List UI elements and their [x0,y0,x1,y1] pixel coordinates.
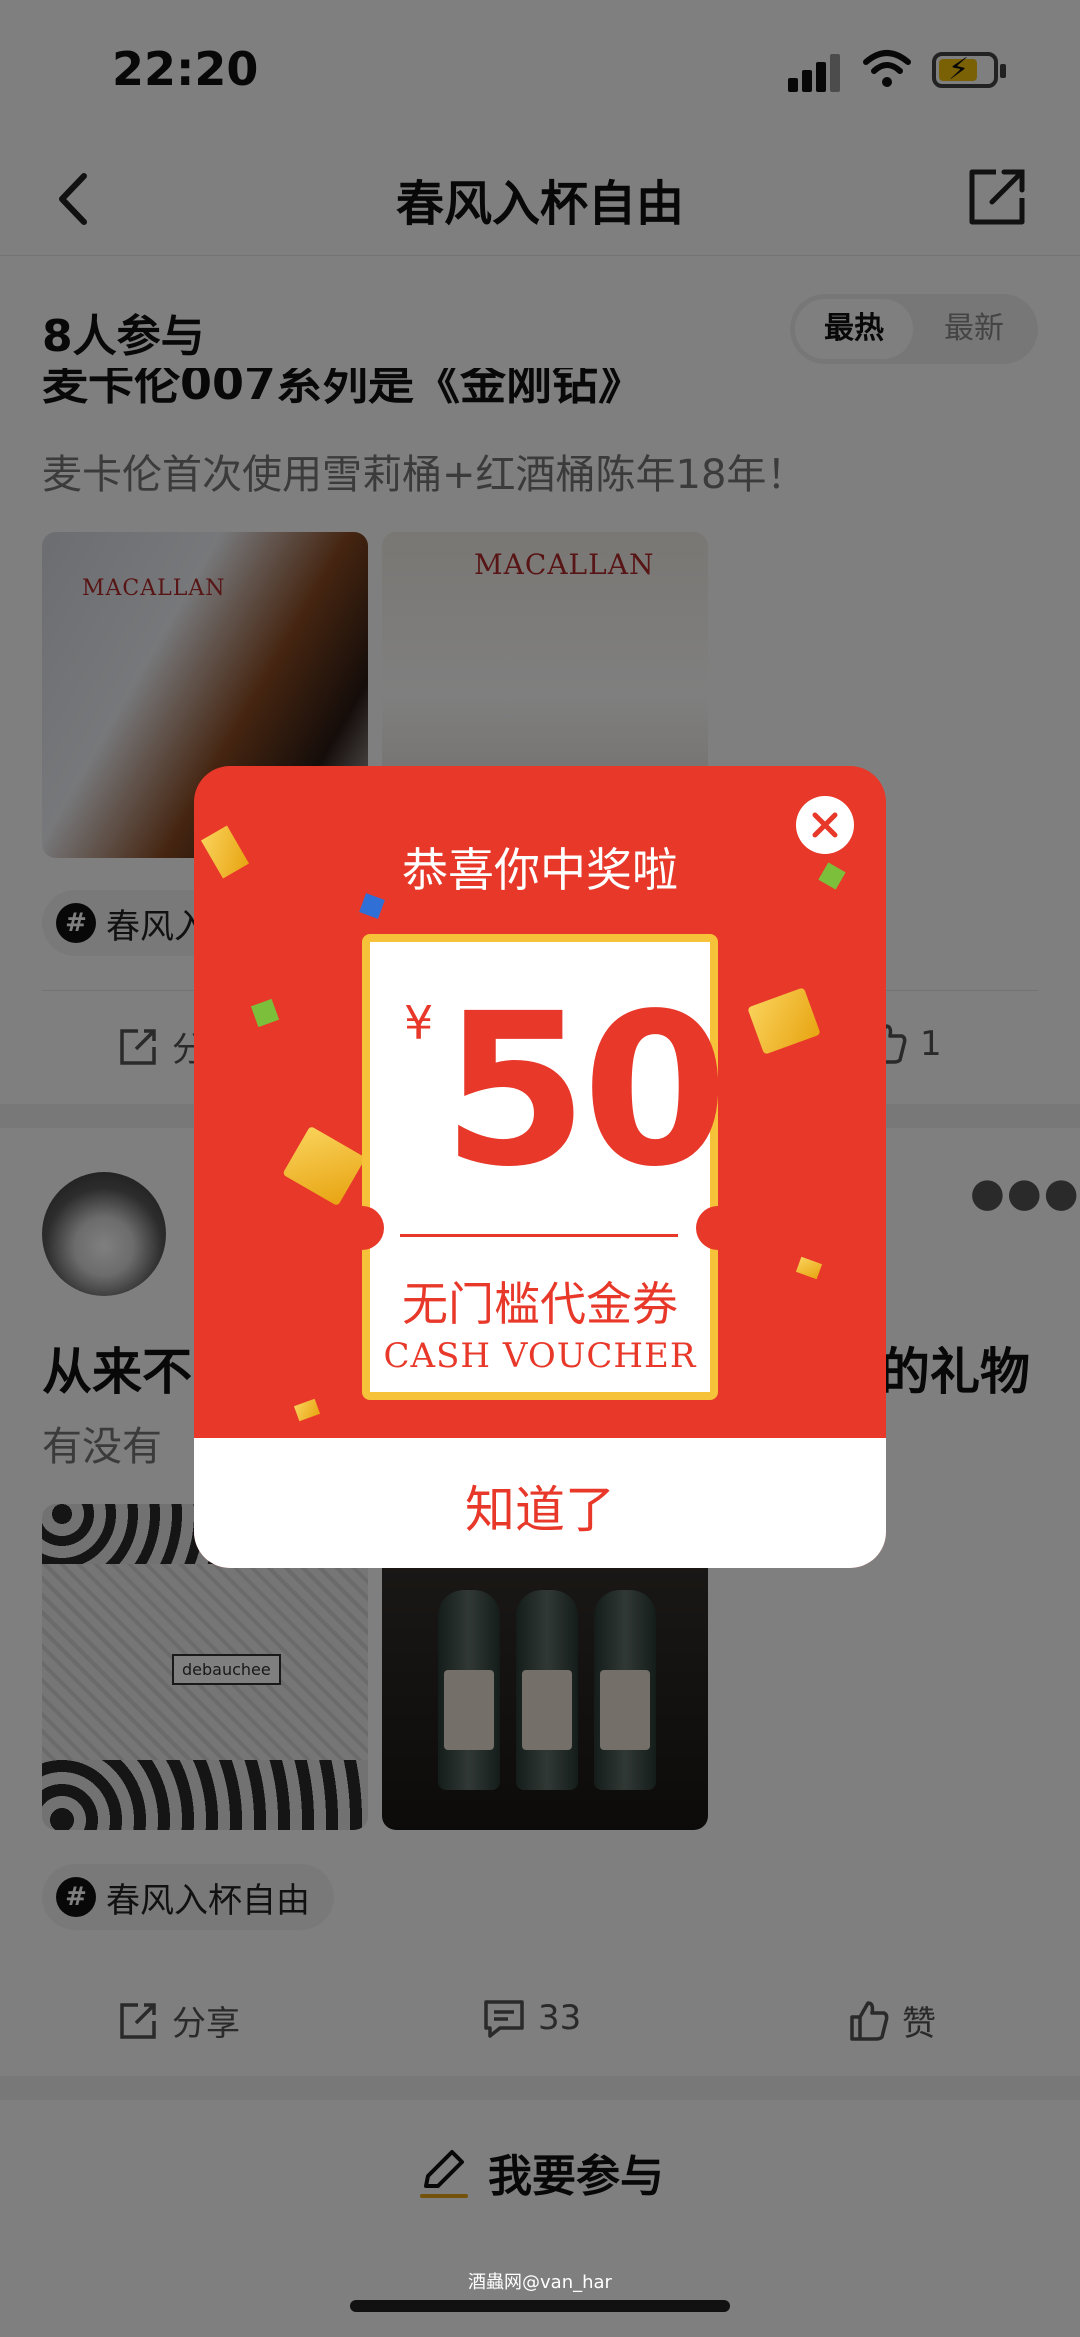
voucher-notch [340,1206,384,1250]
confetti [293,1398,321,1422]
prize-modal: 恭喜你中奖啦 ¥ 50 无门槛代金券 CASH VOUCHER 知道了 [194,766,886,1568]
voucher-divider [400,1234,678,1237]
watermark: 酒蟲网@van_har [468,2272,612,2293]
modal-footer: 知道了 [194,1438,886,1568]
home-indicator[interactable] [350,2300,730,2312]
modal-title: 恭喜你中奖啦 [402,843,678,897]
confetti [747,987,821,1055]
voucher-title: 无门槛代金券 [402,1277,678,1331]
voucher-amount: 50 [442,968,728,1213]
confirm-button[interactable]: 知道了 [194,1470,886,1542]
confetti [250,998,280,1028]
confetti [282,1125,366,1207]
voucher-title-en: CASH VOUCHER [383,1336,697,1376]
currency-symbol: ¥ [404,996,434,1050]
